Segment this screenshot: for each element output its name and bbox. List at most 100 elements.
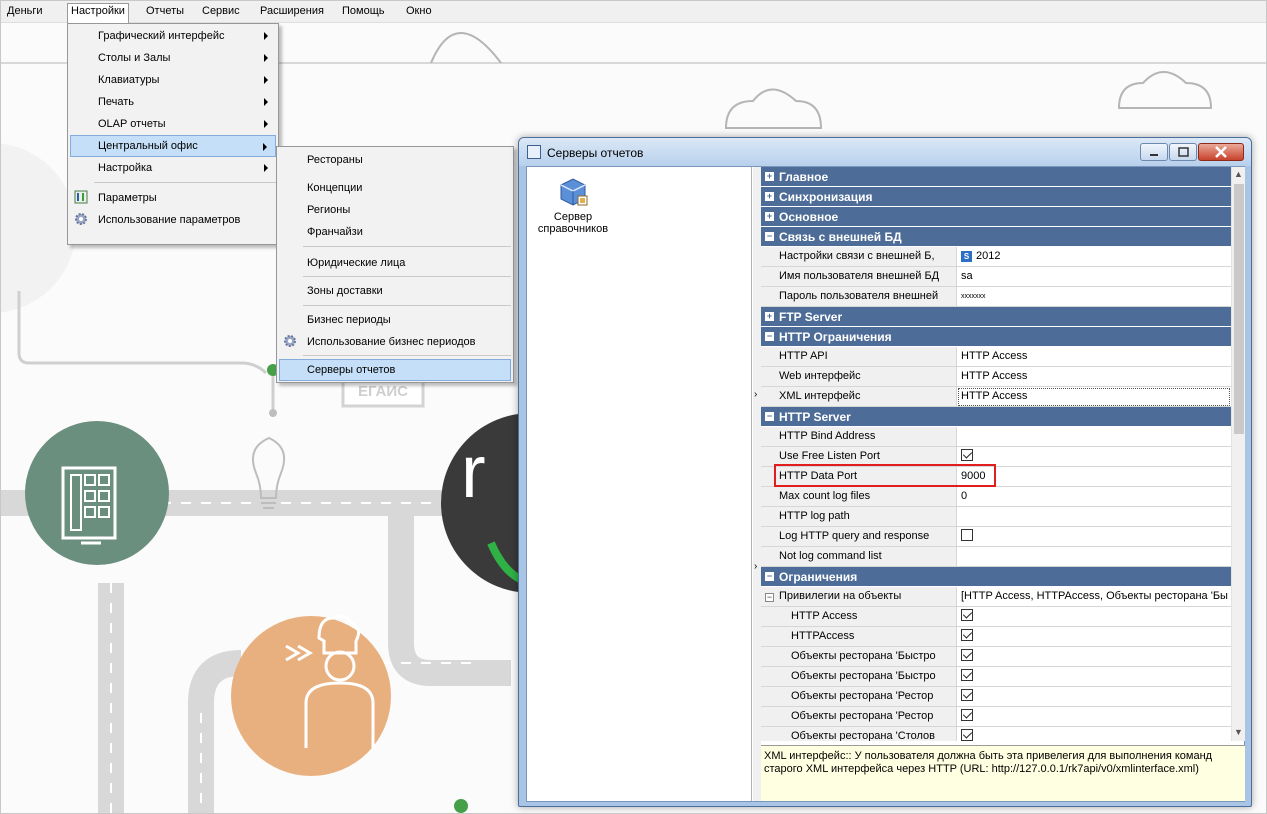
privilege-checkbox[interactable] xyxy=(961,669,973,682)
menu-item-parameters[interactable]: Параметры xyxy=(70,187,276,209)
menu-item-label: Столы и Залы xyxy=(98,52,171,64)
prop-value[interactable] xyxy=(957,627,1231,647)
minimize-button[interactable] xyxy=(1140,143,1168,161)
expand-icon[interactable]: + xyxy=(765,212,774,221)
menu-item-label: Использование параметров xyxy=(98,214,241,226)
category-limits[interactable]: − Ограничения xyxy=(761,567,1231,587)
server-item[interactable]: Сервер справочников xyxy=(535,175,611,235)
prop-value[interactable] xyxy=(957,687,1231,707)
submenu-arrow-icon xyxy=(264,76,268,84)
prop-value[interactable] xyxy=(957,447,1231,467)
menu-item-print[interactable]: Печать xyxy=(70,91,276,113)
menu-item-label: Рестораны xyxy=(307,154,363,166)
menu-help[interactable]: Помощь xyxy=(339,4,388,21)
submenu-item-business-periods[interactable]: Бизнес периоды xyxy=(279,309,511,331)
menu-extensions[interactable]: Расширения xyxy=(257,4,327,21)
sql-server-icon: S xyxy=(961,250,972,262)
prop-value[interactable]: S 2012 xyxy=(957,247,1231,267)
prop-value[interactable] xyxy=(957,507,1231,527)
privilege-checkbox[interactable] xyxy=(961,609,973,622)
menu-settings[interactable]: Настройки xyxy=(67,3,129,23)
property-grid-scrollbar[interactable]: ▲ ▼ xyxy=(1231,167,1245,741)
server-item-label: Сервер справочников xyxy=(537,211,609,235)
category-sync[interactable]: + Синхронизация xyxy=(761,187,1231,207)
maximize-icon xyxy=(1178,147,1189,157)
prop-value[interactable] xyxy=(957,667,1231,687)
collapse-icon[interactable]: − xyxy=(765,593,774,602)
menu-item-label: Зоны доставки xyxy=(307,285,383,297)
prop-value[interactable] xyxy=(957,647,1231,667)
category-basic[interactable]: + Основное xyxy=(761,207,1231,227)
menu-separator xyxy=(303,246,511,247)
window-titlebar[interactable]: Серверы отчетов xyxy=(519,138,1251,166)
scrollbar-thumb[interactable] xyxy=(1234,184,1244,434)
submenu-item-legal-entities[interactable]: Юридические лица xyxy=(279,252,511,274)
collapse-icon[interactable]: − xyxy=(765,572,774,581)
privilege-checkbox[interactable] xyxy=(961,709,973,722)
prop-value[interactable]: 0 xyxy=(957,487,1231,507)
menu-item-keyboards[interactable]: Клавиатуры xyxy=(70,69,276,91)
menu-window[interactable]: Окно xyxy=(403,4,435,21)
submenu-item-business-periods-usage[interactable]: Использование бизнес периодов xyxy=(279,331,511,353)
central-office-submenu: Рестораны Концепции Регионы Франчайзи Юр… xyxy=(276,146,514,383)
submenu-item-concepts[interactable]: Концепции xyxy=(279,177,511,199)
prop-value[interactable] xyxy=(957,727,1231,741)
category-http-limits[interactable]: − HTTP Ограничения xyxy=(761,327,1231,347)
submenu-item-franchisees[interactable]: Франчайзи xyxy=(279,221,511,243)
submenu-item-delivery-zones[interactable]: Зоны доставки xyxy=(279,280,511,302)
close-button[interactable] xyxy=(1198,143,1244,161)
category-ftp[interactable]: + FTP Server xyxy=(761,307,1231,327)
free-port-checkbox[interactable] xyxy=(961,449,973,462)
menu-item-graphic-interface[interactable]: Графический интерфейс xyxy=(70,25,276,47)
category-main[interactable]: + Главное xyxy=(761,167,1231,187)
prop-value[interactable]: [HTTP Access, HTTPAccess, Объекты рестор… xyxy=(957,587,1231,607)
menu-item-parameters-usage[interactable]: Использование параметров xyxy=(70,209,276,231)
pane-splitter[interactable]: › › xyxy=(753,167,761,801)
submenu-item-restaurants[interactable]: Рестораны xyxy=(279,149,511,171)
prop-value[interactable] xyxy=(957,547,1231,567)
expand-icon[interactable]: + xyxy=(765,172,774,181)
prop-label: Имя пользователя внешней БД xyxy=(761,267,957,287)
prop-label: Not log command list xyxy=(761,547,957,567)
category-external-db[interactable]: − Связь с внешней БД xyxy=(761,227,1231,247)
privilege-checkbox[interactable] xyxy=(961,729,973,741)
row-pointer-icon: › xyxy=(754,389,758,400)
log-query-checkbox[interactable] xyxy=(961,529,973,542)
prop-value[interactable]: 9000 xyxy=(957,467,1231,487)
prop-value[interactable] xyxy=(957,427,1231,447)
menu-item-central-office[interactable]: Центральный офис xyxy=(70,135,276,157)
collapse-icon[interactable]: − xyxy=(765,412,774,421)
submenu-item-report-servers[interactable]: Серверы отчетов xyxy=(279,359,511,381)
prop-label: HTTP API xyxy=(761,347,957,367)
prop-value[interactable]: HTTP Access xyxy=(957,367,1231,387)
privilege-checkbox[interactable] xyxy=(961,649,973,662)
collapse-icon[interactable]: − xyxy=(765,232,774,241)
scroll-up-icon[interactable]: ▲ xyxy=(1234,169,1243,179)
menu-reports[interactable]: Отчеты xyxy=(143,4,187,21)
expand-icon[interactable]: + xyxy=(765,192,774,201)
privilege-checkbox[interactable] xyxy=(961,629,973,642)
prop-value[interactable]: xxxxxxx xyxy=(957,287,1231,307)
category-http-server[interactable]: − HTTP Server xyxy=(761,407,1231,427)
menu-service[interactable]: Сервис xyxy=(199,4,243,21)
privilege-checkbox[interactable] xyxy=(961,689,973,702)
collapse-icon[interactable]: − xyxy=(765,332,774,341)
prop-value[interactable]: HTTP Access xyxy=(957,347,1231,367)
prop-label: HTTP Access xyxy=(761,607,957,627)
prop-label: − Привилегии на объекты xyxy=(761,587,957,607)
menu-item-label: Концепции xyxy=(307,182,363,194)
menu-item-setup[interactable]: Настройка xyxy=(70,157,276,179)
prop-label: Настройки связи с внешней Б, xyxy=(761,247,957,267)
scroll-down-icon[interactable]: ▼ xyxy=(1234,727,1243,737)
prop-value[interactable] xyxy=(957,607,1231,627)
menu-money[interactable]: Деньги xyxy=(4,4,46,21)
prop-value[interactable]: sa xyxy=(957,267,1231,287)
menu-item-tables-halls[interactable]: Столы и Залы xyxy=(70,47,276,69)
prop-value[interactable] xyxy=(957,707,1231,727)
prop-value[interactable]: HTTP Access xyxy=(957,387,1231,407)
expand-icon[interactable]: + xyxy=(765,312,774,321)
maximize-button[interactable] xyxy=(1169,143,1197,161)
submenu-item-regions[interactable]: Регионы xyxy=(279,199,511,221)
prop-value[interactable] xyxy=(957,527,1231,547)
menu-item-olap-reports[interactable]: OLAP отчеты xyxy=(70,113,276,135)
